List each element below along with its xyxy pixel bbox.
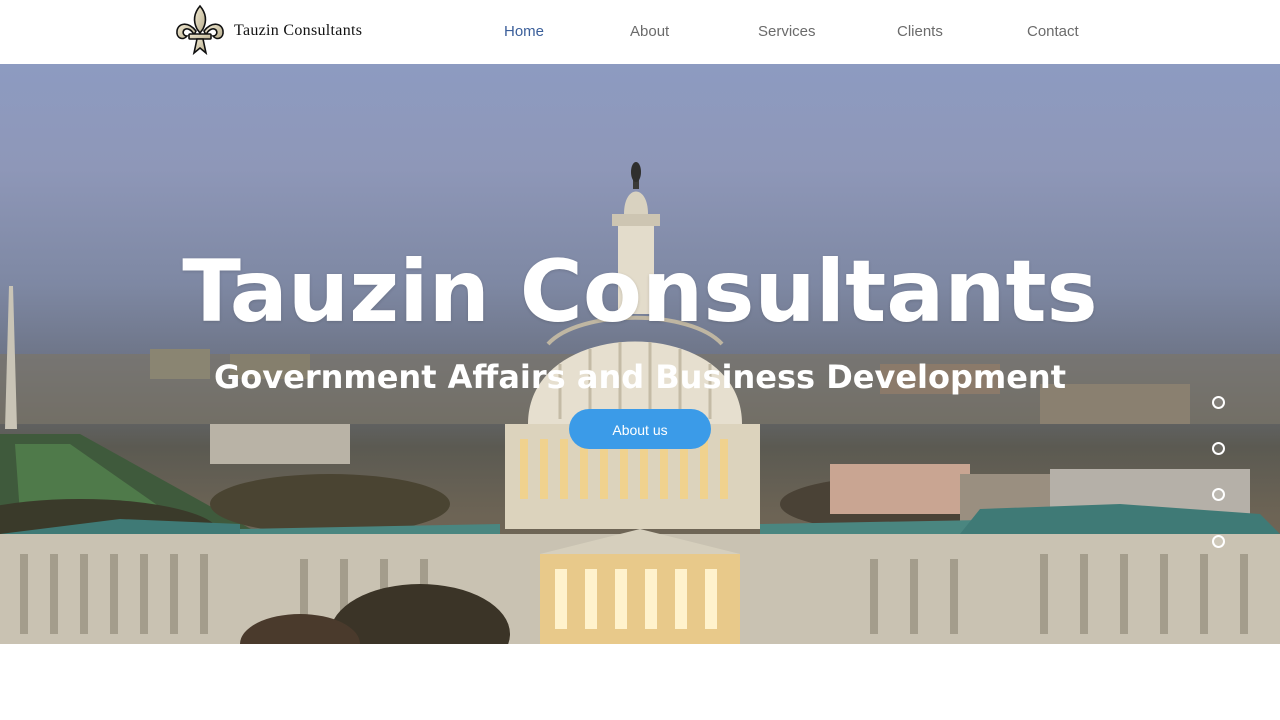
about-us-button[interactable]: About us [569,409,711,449]
slide-dot-2[interactable] [1212,442,1225,455]
slide-dot-1[interactable] [1212,396,1225,409]
slide-dot-3[interactable] [1212,488,1225,501]
capitol-background-image [0,162,1280,644]
site-logo[interactable]: Tauzin Consultants [172,3,362,59]
slide-dot-4[interactable] [1212,535,1225,548]
nav-clients[interactable]: Clients [897,23,943,40]
main-nav: Home About Services Clients Contact [460,0,1120,64]
brand-name: Tauzin Consultants [234,22,363,39]
nav-contact[interactable]: Contact [1027,23,1079,40]
hero-title: Tauzin Consultants [182,242,1098,342]
nav-about[interactable]: About [630,23,669,40]
nav-home[interactable]: Home [504,23,544,40]
fleur-de-lis-icon [176,4,224,56]
hero-section: Tauzin Consultants Government Affairs an… [0,64,1280,644]
hero-subtitle: Government Affairs and Business Developm… [214,358,1066,396]
nav-services[interactable]: Services [758,23,816,40]
site-header: Tauzin Consultants Home About Services C… [0,0,1280,64]
